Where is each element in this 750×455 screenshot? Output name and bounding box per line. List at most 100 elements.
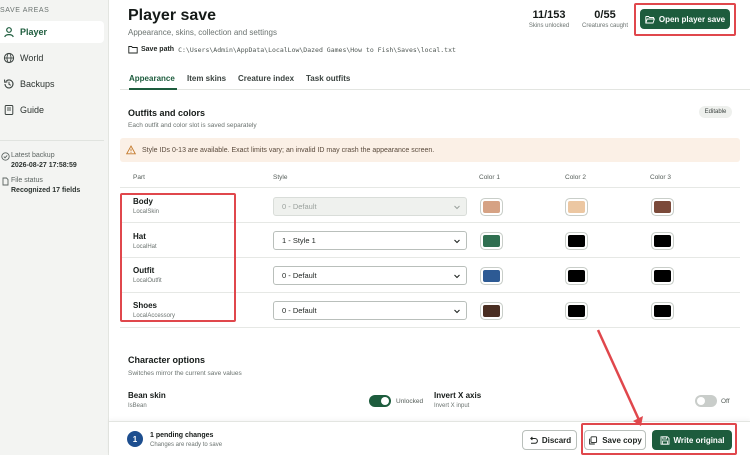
latest-backup-value: 2026-08-27 17:58:59	[11, 162, 77, 169]
color-swatch[interactable]	[568, 305, 585, 317]
undo-icon	[528, 436, 538, 445]
file-status-label: File status	[11, 177, 43, 184]
color-swatch[interactable]	[483, 235, 500, 247]
sidebar-item-label: Guide	[20, 105, 45, 115]
outfits-section-title: Outfits and colors	[128, 108, 206, 118]
style-select[interactable]: 1 - Style 1	[273, 231, 467, 250]
part-key: LocalAccessory	[133, 313, 176, 319]
pending-title: 1 pending changes	[150, 432, 214, 439]
part-name: Outfit	[133, 266, 155, 275]
creatures-caught-stat: 0/55 Creatures caught	[578, 9, 632, 29]
chevron-down-icon	[454, 205, 460, 210]
save-copy-button[interactable]: Save copy	[584, 430, 646, 450]
folder-open-icon	[645, 15, 655, 24]
toggle-knob	[381, 397, 389, 405]
option-name: Bean skin	[128, 391, 166, 400]
style-select[interactable]: 0 - Default	[273, 301, 467, 320]
column-header-color-2: Color 2	[565, 174, 586, 181]
character-options-title: Character options	[128, 355, 206, 365]
sidebar-item-guide[interactable]: Guide	[0, 99, 104, 121]
tab-bar: Appearance Item skins Creature index Tas…	[120, 64, 750, 90]
color-swatch[interactable]	[654, 201, 671, 213]
save-path-value: C:\Users\Admin\AppData\LocalLow\Dazed Ga…	[178, 45, 456, 54]
column-header-color-3: Color 3	[650, 174, 671, 181]
write-original-button[interactable]: Write original	[652, 430, 732, 450]
color-swatch[interactable]	[568, 270, 585, 282]
save-icon	[660, 435, 670, 445]
part-name: Shoes	[133, 301, 158, 310]
option-key: IsBean	[128, 403, 147, 409]
sidebar-item-backups[interactable]: Backups	[0, 73, 104, 95]
book-icon	[3, 104, 15, 116]
option-key: Invert X input	[434, 403, 470, 409]
option-name: Invert X axis	[434, 391, 482, 400]
sidebar-section-title: SAVE AREAS	[0, 7, 50, 14]
sidebar-item-player[interactable]: Player	[0, 21, 104, 43]
bean-skin-toggle[interactable]	[369, 395, 391, 407]
sidebar-item-label: Backups	[20, 79, 55, 89]
tab-task-outfits[interactable]: Task outfits	[306, 74, 350, 83]
table-divider	[120, 292, 740, 293]
color-swatch[interactable]	[654, 235, 671, 247]
copy-icon	[588, 435, 598, 445]
tab-creature-index[interactable]: Creature index	[238, 74, 294, 83]
warning-text: Style IDs 0-13 are available. Exact limi…	[142, 146, 435, 154]
skins-unlocked-stat: 11/153 Skins unlocked	[527, 9, 571, 29]
sidebar: SAVE AREAS Player World Backups Guide La…	[0, 0, 109, 455]
column-header-style: Style	[273, 174, 288, 181]
invert-x-toggle[interactable]	[695, 395, 717, 407]
column-header-part: Part	[133, 174, 145, 181]
chevron-down-icon	[454, 309, 460, 314]
table-divider	[120, 257, 740, 258]
style-id-warning: Style IDs 0-13 are available. Exact limi…	[120, 138, 740, 162]
color-swatch[interactable]	[654, 270, 671, 282]
bean-skin-state: Unlocked	[396, 398, 424, 405]
discard-label: Discard	[541, 435, 572, 445]
style-select-value: 0 - Default	[282, 306, 317, 315]
backup-icon	[3, 78, 15, 90]
page-subtitle: Appearance, skins, collection and settin…	[128, 28, 277, 37]
part-key: LocalSkin	[133, 209, 160, 215]
stat-caption: Skins unlocked	[528, 23, 570, 29]
stat-caption: Creatures caught	[581, 23, 629, 29]
invert-x-state: Off	[721, 398, 730, 405]
toggle-knob	[697, 397, 705, 405]
save-copy-label: Save copy	[602, 435, 642, 445]
globe-icon	[3, 52, 15, 64]
part-name: Body	[133, 197, 153, 206]
style-select-value: 0 - Default	[282, 271, 317, 280]
tab-item-skins[interactable]: Item skins	[187, 74, 226, 83]
pending-count-badge: 1	[127, 431, 143, 447]
open-player-save-label: Open player save	[658, 14, 726, 24]
style-select-value: 0 - Default	[282, 202, 317, 211]
color-swatch[interactable]	[483, 305, 500, 317]
editable-badge: Editable	[699, 106, 732, 118]
sidebar-item-world[interactable]: World	[0, 47, 104, 69]
outfits-section-subtitle: Each outfit and color slot is saved sepa…	[128, 122, 257, 129]
pending-subtitle: Changes are ready to save	[150, 442, 223, 448]
stat-value: 0/55	[594, 9, 616, 21]
color-swatch[interactable]	[568, 235, 585, 247]
character-options-subtitle: Switches mirror the current save values	[128, 370, 242, 377]
part-key: LocalHat	[133, 244, 157, 250]
chevron-down-icon	[454, 274, 460, 279]
check-circle-icon	[1, 152, 10, 161]
write-original-label: Write original	[673, 435, 725, 445]
color-swatch[interactable]	[483, 270, 500, 282]
file-icon	[1, 177, 10, 186]
user-icon	[3, 26, 15, 38]
sidebar-item-label: World	[20, 53, 44, 63]
table-divider	[120, 222, 740, 223]
open-player-save-button[interactable]: Open player save	[640, 9, 730, 29]
color-swatch[interactable]	[483, 201, 500, 213]
part-key: LocalOutfit	[133, 278, 162, 284]
color-swatch[interactable]	[568, 201, 585, 213]
style-select[interactable]: 0 - Default	[273, 266, 467, 285]
latest-backup-label: Latest backup	[11, 152, 55, 159]
color-swatch[interactable]	[654, 305, 671, 317]
sidebar-item-label: Player	[20, 27, 48, 37]
style-select-value: 1 - Style 1	[282, 236, 316, 245]
discard-button[interactable]: Discard	[522, 430, 577, 450]
stat-value: 11/153	[532, 9, 566, 21]
tab-appearance[interactable]: Appearance	[129, 74, 175, 83]
